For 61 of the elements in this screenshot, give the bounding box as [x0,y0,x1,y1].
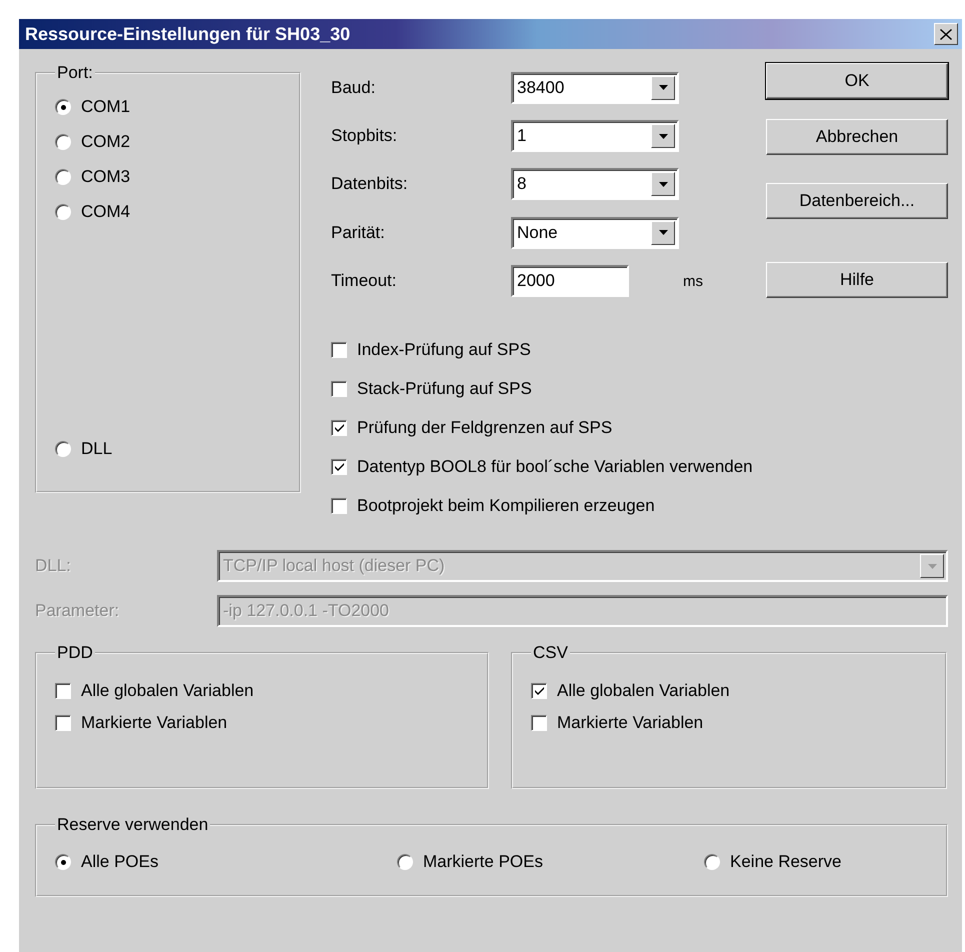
checkbox[interactable] [331,381,347,397]
field-label: Parameter: [35,601,120,621]
radio-button[interactable] [55,169,71,185]
check-icon [334,423,344,433]
close-button[interactable] [934,23,958,45]
close-icon [940,28,952,40]
radio-button[interactable] [704,854,720,870]
check-icon [534,686,544,696]
dialog-button[interactable]: Abbrechen [766,119,948,155]
radio-label: COM3 [81,167,130,187]
radio-button[interactable] [55,134,71,150]
setting-dropdown[interactable]: None [511,216,679,249]
field-label: Parität: [331,222,386,243]
checkbox[interactable] [331,342,347,358]
radio-button[interactable] [55,854,71,870]
radio-button[interactable] [397,854,413,870]
radio-label: COM4 [81,202,130,222]
radio-button[interactable] [55,99,71,115]
checkbox-label: Alle globalen Variablen [557,681,730,701]
checkbox-label: Index-Prüfung auf SPS [357,340,531,360]
field-label: Baud: [331,78,376,98]
setting-dropdown[interactable]: 1 [511,120,679,152]
checkbox[interactable] [531,683,547,699]
radio-label: Alle POEs [81,852,158,872]
radio-label: DLL [81,439,112,459]
checkbox-label: Markierte Variablen [81,713,228,733]
checkbox[interactable] [55,715,71,731]
radio-label: COM2 [81,132,130,152]
window-title: Ressource-Einstellungen für SH03_30 [25,24,350,44]
setting-field[interactable]: 2000 [511,265,629,298]
group-title: Port: [56,63,94,83]
checkbox-label: Alle globalen Variablen [81,681,254,701]
field-label: Datenbits: [331,174,409,194]
checkbox-label: Markierte Variablen [557,713,704,733]
radio-label: Markierte POEs [423,852,543,872]
setting-dropdown[interactable]: 8 [511,168,679,200]
radio-label: Keine Reserve [730,852,842,872]
dialog-button[interactable]: Hilfe [766,262,948,298]
field-label: DLL: [35,556,72,576]
group-title: PDD [56,643,94,663]
unit-label: ms [682,272,704,290]
checkbox-label: Bootprojekt beim Kompilieren erzeugen [357,496,655,516]
radio-button[interactable] [55,441,71,457]
setting-dropdown[interactable]: 38400 [511,72,679,104]
radio-label: COM1 [81,97,130,117]
group-title: CSV [532,643,569,663]
group-title: Reserve verwenden [56,815,210,835]
checkbox[interactable] [531,715,547,731]
dialog-button[interactable]: Datenbereich... [766,183,948,219]
checkbox-label: Datentyp BOOL8 für bool´sche Variablen verwenden [357,457,753,477]
dialog-button[interactable]: OK [766,63,948,99]
field-label: Timeout: [331,271,398,292]
checkbox[interactable] [331,498,347,514]
checkbox[interactable] [331,420,347,436]
radio-button[interactable] [55,204,71,220]
checkbox-label: Stack-Prüfung auf SPS [357,379,532,399]
checkbox[interactable] [55,683,71,699]
checkbox-label: Prüfung der Feldgrenzen auf SPS [357,418,612,438]
check-icon [334,462,344,472]
checkbox[interactable] [331,459,347,475]
field-label: Stopbits: [331,126,398,146]
